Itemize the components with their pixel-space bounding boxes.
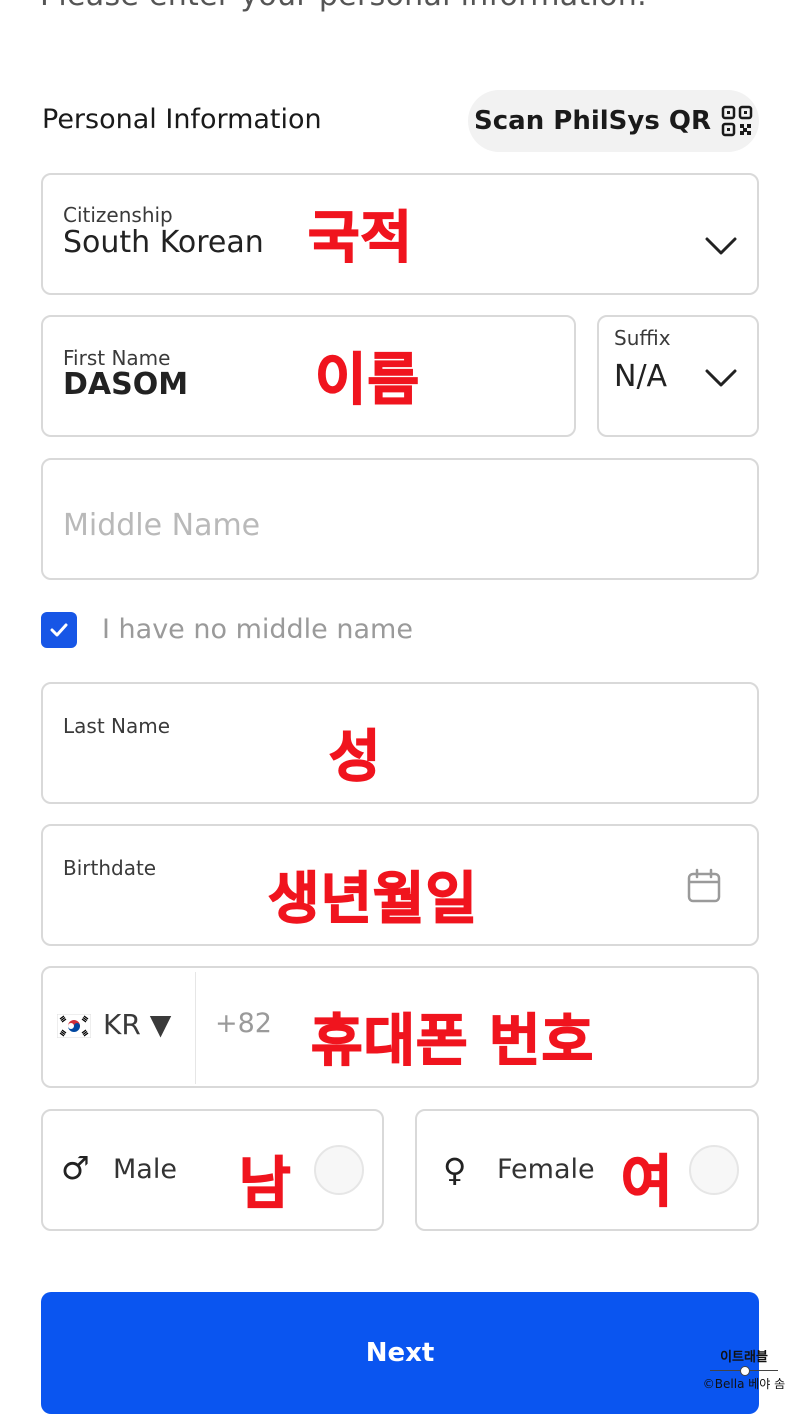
phone-field[interactable]: KR ▼ +82 휴대폰 번호	[41, 966, 759, 1088]
watermark-title: 이트래블	[720, 1350, 768, 1365]
citizenship-value: South Korean	[63, 225, 264, 260]
checkmark-icon	[50, 623, 68, 637]
middle-name-field[interactable]: Middle Name	[41, 458, 759, 580]
watermark: 이트래블 ©Bella 베야 솜	[696, 1346, 792, 1392]
first-name-value: DASOM	[63, 367, 189, 402]
section-title: Personal Information	[42, 104, 322, 135]
suffix-label: Suffix	[614, 326, 671, 350]
qr-code-icon	[721, 105, 753, 137]
birthdate-label: Birthdate	[63, 856, 157, 880]
gender-male-option[interactable]: ♂ Male 남	[41, 1109, 384, 1231]
country-code-select[interactable]: KR ▼	[103, 1008, 171, 1041]
male-annotation: 남	[238, 1151, 292, 1218]
first-name-field[interactable]: First Name DASOM 이름	[41, 315, 576, 437]
chevron-down-icon	[705, 369, 737, 387]
female-radio[interactable]	[689, 1145, 739, 1195]
no-middle-name-checkbox[interactable]	[41, 612, 77, 648]
watermark-divider	[696, 1365, 792, 1376]
dial-code: +82	[215, 1008, 272, 1039]
scan-philsys-qr-button[interactable]: Scan PhilSys QR	[468, 90, 759, 152]
phone-annotation: 휴대폰 번호	[310, 1008, 595, 1075]
gender-female-option[interactable]: ♀ Female 여	[415, 1109, 759, 1231]
citizenship-select[interactable]: Citizenship South Korean 국적	[41, 173, 759, 295]
female-annotation: 여	[620, 1149, 674, 1216]
suffix-select[interactable]: Suffix N/A	[597, 315, 759, 437]
phone-divider	[195, 972, 196, 1084]
male-label: Male	[113, 1154, 177, 1185]
birthdate-field[interactable]: Birthdate 생년월일	[41, 824, 759, 946]
female-symbol-icon: ♀	[443, 1151, 467, 1189]
last-name-field[interactable]: Last Name 성	[41, 682, 759, 804]
watermark-credit: ©Bella 베야 솜	[702, 1377, 786, 1391]
chevron-down-icon	[705, 237, 737, 255]
calendar-icon[interactable]	[686, 868, 722, 904]
citizenship-label: Citizenship	[63, 203, 173, 227]
middle-name-placeholder: Middle Name	[63, 508, 261, 543]
next-button[interactable]: Next	[41, 1292, 759, 1414]
birthdate-annotation: 생년월일	[267, 866, 479, 933]
first-name-annotation: 이름	[314, 347, 421, 414]
female-label: Female	[497, 1154, 595, 1185]
male-symbol-icon: ♂	[61, 1149, 90, 1187]
last-name-annotation: 성	[328, 724, 382, 791]
instruction-text: Please enter your personal information.	[40, 0, 647, 13]
citizenship-annotation: 국적	[307, 205, 414, 272]
south-korea-flag-icon	[57, 1014, 91, 1038]
last-name-label: Last Name	[63, 714, 171, 738]
no-middle-name-label: I have no middle name	[102, 614, 413, 645]
male-radio[interactable]	[314, 1145, 364, 1195]
scan-button-label: Scan PhilSys QR	[474, 106, 711, 136]
suffix-value: N/A	[614, 359, 668, 394]
next-button-label: Next	[365, 1338, 435, 1368]
